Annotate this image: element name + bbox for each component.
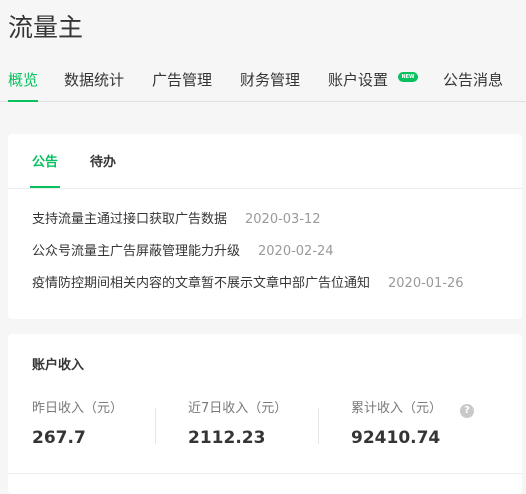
notice-date: 2020-03-12 <box>245 212 321 227</box>
notice-date: 2020-02-24 <box>258 244 334 259</box>
notice-title: 公众号流量主广告屏蔽管理能力升级 <box>32 244 241 259</box>
notice-title: 支持流量主通过接口获取广告数据 <box>32 212 228 227</box>
notice-item[interactable]: 疫情防控期间相关内容的文章暂不展示文章中部广告位通知 2020-01-26 <box>32 275 464 293</box>
stat-value: 2112.23 <box>188 428 266 448</box>
tab-overview[interactable]: 概览 <box>8 70 39 102</box>
stat-value: 267.7 <box>32 428 86 448</box>
notice-card: 公告 待办 支持流量主通过接口获取广告数据 2020-03-12 公众号流量主广告… <box>8 134 522 319</box>
tab-ad-management[interactable]: 广告管理 <box>152 70 212 90</box>
notice-sub-tabs: 公告 待办 <box>8 134 522 189</box>
sub-tab-todo[interactable]: 待办 <box>90 154 116 172</box>
tab-finance-management[interactable]: 财务管理 <box>240 70 300 90</box>
notice-item[interactable]: 公众号流量主广告屏蔽管理能力升级 2020-02-24 <box>32 243 334 261</box>
tab-data-statistics[interactable]: 数据统计 <box>64 70 124 90</box>
stat-yesterday-income: 昨日收入（元） 267.7 <box>32 400 182 449</box>
notice-date: 2020-01-26 <box>388 276 464 291</box>
stat-divider <box>318 408 319 444</box>
stat-total-income: 累计收入（元） 92410.74 <box>351 400 501 449</box>
main-nav-tabs: 概览 数据统计 广告管理 财务管理 账户设置 公告消息 <box>0 58 526 102</box>
stat-7day-income: 近7日收入（元） 2112.23 <box>188 400 338 449</box>
notice-item[interactable]: 支持流量主通过接口获取广告数据 2020-03-12 <box>32 211 321 229</box>
stat-label: 昨日收入（元） <box>32 401 124 416</box>
stat-label: 累计收入（元） <box>351 401 443 416</box>
tab-account-settings[interactable]: 账户设置 <box>328 70 388 90</box>
stat-value: 92410.74 <box>351 428 441 448</box>
divider <box>8 473 522 474</box>
income-card: 账户收入 昨日收入（元） 267.7 近7日收入（元） 2112.23 累计收入… <box>8 334 522 494</box>
income-section-title: 账户收入 <box>32 358 85 373</box>
sub-tab-announcements[interactable]: 公告 <box>29 154 61 188</box>
notice-title: 疫情防控期间相关内容的文章暂不展示文章中部广告位通知 <box>32 276 371 291</box>
tab-announcements[interactable]: 公告消息 <box>443 70 503 90</box>
help-icon[interactable]: ? <box>460 404 474 418</box>
new-badge: NEW <box>398 72 418 82</box>
stat-divider <box>155 408 156 444</box>
page-title: 流量主 <box>8 13 84 42</box>
stat-label: 近7日收入（元） <box>188 401 288 416</box>
